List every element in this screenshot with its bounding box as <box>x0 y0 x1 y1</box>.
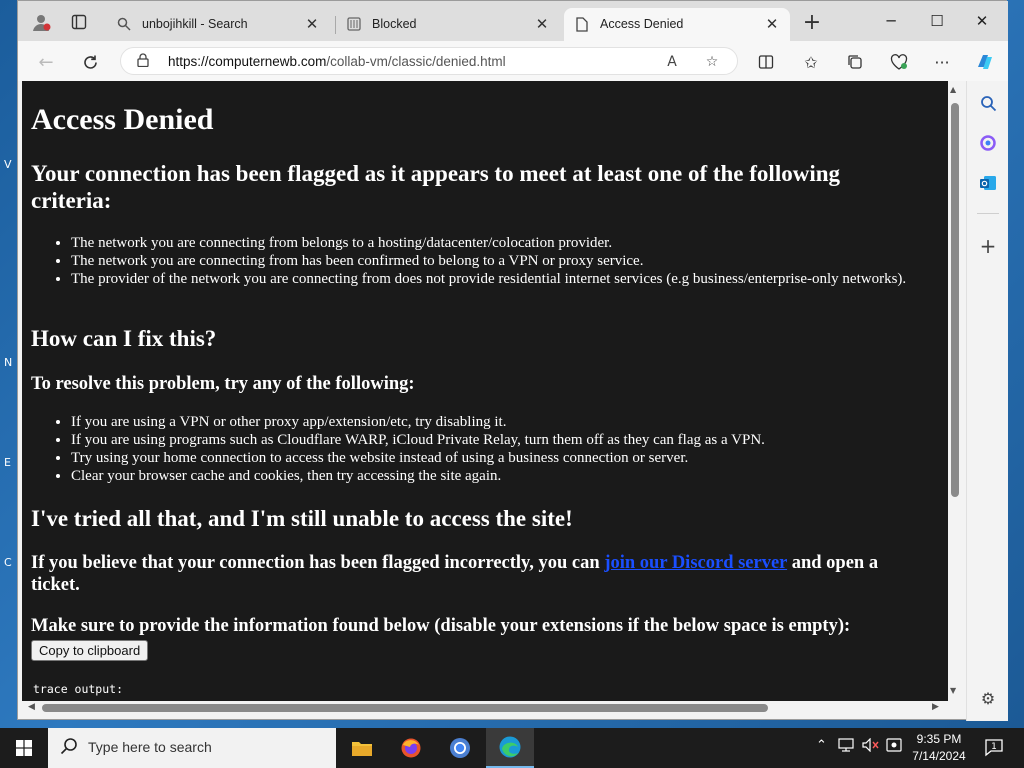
incorrect-paragraph: If you believe that your connection has … <box>31 552 911 596</box>
list-item: Clear your browser cache and cookies, th… <box>71 467 911 485</box>
close-icon[interactable]: ✕ <box>762 14 782 34</box>
discord-link[interactable]: join our Discord server <box>604 553 787 573</box>
tab-title: Blocked <box>372 17 417 31</box>
tab-search[interactable]: unbojihkill - Search ✕ <box>106 8 330 41</box>
tab-blocked[interactable]: Blocked ✕ <box>336 8 560 41</box>
side-panel: + ⚙ <box>966 81 1008 721</box>
window-close-icon[interactable]: ✕ <box>960 9 1004 33</box>
url-text: https://computernewb.com/collab-vm/class… <box>168 54 506 69</box>
clock-time: 9:35 PM <box>916 732 962 746</box>
fixes-list: If you are using a VPN or other proxy ap… <box>71 413 911 485</box>
copilot-sidebar-icon[interactable] <box>976 131 1000 155</box>
lock-icon <box>137 53 149 71</box>
clock-date: 7/14/2024 <box>912 749 966 763</box>
outlook-icon[interactable] <box>976 171 1000 195</box>
address-bar[interactable]: https://computernewb.com/collab-vm/class… <box>120 47 738 75</box>
scroll-down-arrow-icon[interactable]: ▼ <box>950 686 956 695</box>
show-hidden-icons-chevron[interactable]: ⌃ <box>816 738 827 753</box>
tab-title: unbojihkill - Search <box>142 17 248 31</box>
chrome-icon[interactable] <box>436 728 484 768</box>
refresh-icon[interactable] <box>77 49 103 75</box>
back-arrow-icon[interactable]: ← <box>33 49 59 75</box>
search-icon <box>60 737 78 760</box>
list-item: Try using your home connection to access… <box>71 449 911 467</box>
meet-now-icon[interactable] <box>886 738 902 756</box>
edge-icon[interactable] <box>486 728 534 768</box>
browser-essentials-icon[interactable] <box>886 49 912 75</box>
incorrect-prefix: If you believe that your connection has … <box>31 553 605 573</box>
firefox-icon[interactable] <box>387 728 435 768</box>
file-explorer-icon[interactable] <box>338 728 386 768</box>
list-item: The provider of the network you are conn… <box>71 270 911 288</box>
tab-actions-icon[interactable] <box>68 11 90 33</box>
windows-logo-icon <box>16 740 32 756</box>
page-viewport: Access Denied Your connection has been f… <box>22 81 948 701</box>
close-icon[interactable]: ✕ <box>532 14 552 34</box>
scroll-right-arrow-icon[interactable]: ▶ <box>932 702 939 712</box>
collections-icon[interactable] <box>842 49 868 75</box>
taskbar-search-box[interactable]: Type here to search <box>48 728 336 768</box>
desktop-icon-fragment: V <box>4 158 12 171</box>
page-title: Access Denied <box>31 103 214 136</box>
vertical-scroll-thumb[interactable] <box>951 103 959 497</box>
horizontal-scrollbar[interactable]: ◀ ▶ <box>22 701 948 715</box>
close-icon[interactable]: ✕ <box>302 14 322 34</box>
gear-icon[interactable]: ⚙ <box>976 686 1000 710</box>
vertical-scrollbar[interactable]: ▲ ▼ <box>948 81 962 701</box>
desktop-icon-fragment: E <box>4 456 11 469</box>
trace-output-label: trace output: <box>33 682 124 696</box>
start-button[interactable] <box>0 728 48 768</box>
copy-to-clipboard-button[interactable]: Copy to clipboard <box>31 640 149 661</box>
list-item: If you are using a VPN or other proxy ap… <box>71 413 911 431</box>
criteria-list: The network you are connecting from belo… <box>71 234 911 288</box>
url-path: /collab-vm/classic/denied.html <box>326 54 506 69</box>
volume-muted-icon[interactable] <box>862 737 880 756</box>
list-item: The network you are connecting from has … <box>71 252 911 270</box>
tried-heading: I've tried all that, and I'm still unabl… <box>31 506 573 531</box>
document-icon <box>574 16 590 32</box>
fix-heading: How can I fix this? <box>31 326 217 351</box>
side-panel-divider <box>977 213 999 214</box>
taskbar-search-placeholder: Type here to search <box>88 739 212 755</box>
add-icon[interactable]: + <box>976 234 1000 258</box>
scroll-left-arrow-icon[interactable]: ◀ <box>28 702 35 712</box>
notification-icon[interactable]: 1 <box>984 737 1006 759</box>
tab-access-denied[interactable]: Access Denied ✕ <box>564 8 790 41</box>
info-heading: Make sure to provide the information fou… <box>31 616 851 636</box>
desktop-icon-fragment: C <box>4 556 12 569</box>
url-domain: https://computernewb.com <box>168 54 327 69</box>
search-icon <box>116 16 132 32</box>
flagged-heading: Your connection has been flagged as it a… <box>31 161 840 213</box>
copilot-icon[interactable] <box>972 49 998 75</box>
resolve-heading: To resolve this problem, try any of the … <box>31 374 415 394</box>
search-icon[interactable] <box>976 91 1000 115</box>
system-clock[interactable]: 9:35 PM 7/14/2024 <box>906 731 972 765</box>
favorites-icon[interactable]: ✩ <box>798 49 824 75</box>
network-icon[interactable] <box>838 738 854 756</box>
page-icon <box>346 16 362 32</box>
minimize-icon[interactable]: ─ <box>869 9 913 33</box>
favorite-star-icon[interactable]: ☆ <box>701 51 723 73</box>
taskbar: Type here to search ⌃ 9:35 PM 7/14/2024 … <box>0 728 1024 768</box>
split-screen-icon[interactable] <box>753 49 779 75</box>
horizontal-scroll-thumb[interactable] <box>42 704 768 712</box>
profile-icon[interactable] <box>30 11 52 33</box>
svg-text:1: 1 <box>991 742 997 752</box>
scroll-up-arrow-icon[interactable]: ▲ <box>950 85 956 94</box>
read-aloud-icon[interactable]: A <box>661 51 683 73</box>
browser-window: unbojihkill - Search ✕ Blocked ✕ Access … <box>17 0 1008 721</box>
list-item: If you are using programs such as Cloudf… <box>71 431 911 449</box>
desktop-icon-fragment: N <box>4 356 13 369</box>
list-item: The network you are connecting from belo… <box>71 234 911 252</box>
new-tab-icon[interactable]: + <box>801 10 823 35</box>
more-menu-icon[interactable]: ··· <box>929 49 955 75</box>
maximize-icon[interactable]: ☐ <box>915 9 959 33</box>
browser-toolbar: ← https://computernewb.com/collab-vm/cla… <box>18 41 1008 81</box>
tab-title: Access Denied <box>600 17 684 31</box>
tab-strip: unbojihkill - Search ✕ Blocked ✕ Access … <box>18 1 1008 41</box>
